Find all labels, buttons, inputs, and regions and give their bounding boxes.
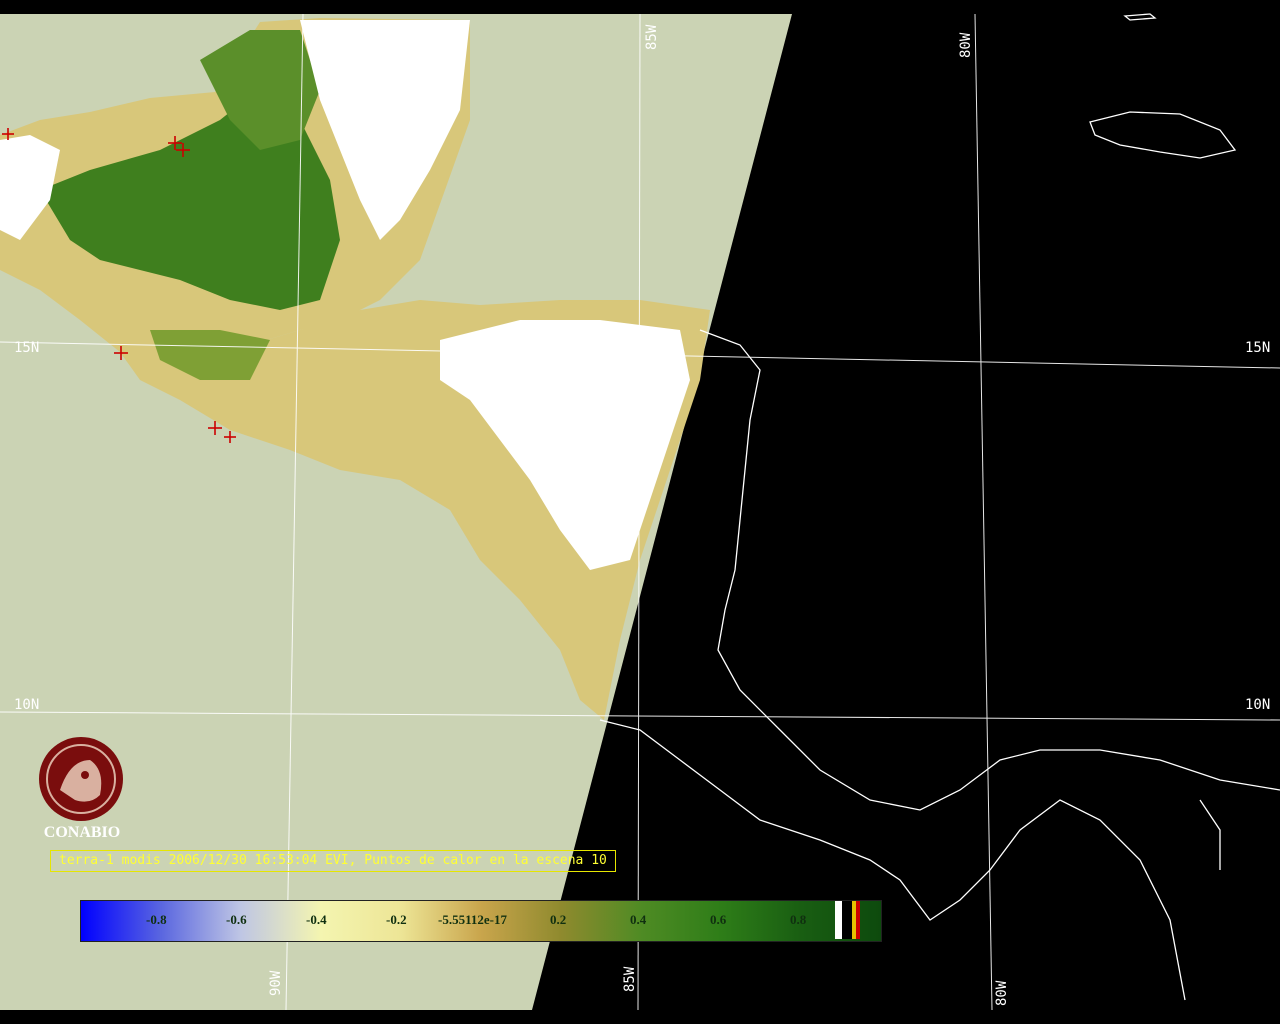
- colorbar-tick: 0.2: [550, 912, 567, 927]
- colorbar-tick: -0.2: [386, 912, 407, 927]
- label-lat-15n-left: 15N: [14, 340, 40, 356]
- coastline-panama-inner: [1199, 799, 1221, 870]
- conabio-logo-emblem: [39, 737, 123, 821]
- label-lon-80w-top: 80W: [958, 32, 974, 58]
- label-lon-85w-top: 85W: [644, 24, 660, 50]
- scene-caption: terra-1 modis 2006/12/30 16:53:04 EVI, P…: [50, 850, 616, 872]
- label-lon-80w-bottom: 80W: [994, 980, 1010, 1006]
- colorbar-tick: 0.8: [790, 912, 807, 927]
- island-jamaica: [1089, 111, 1237, 159]
- colorbar-swatch-white: [835, 901, 842, 939]
- coastline-pacific: [599, 719, 1186, 1001]
- label-lon-90w-bottom: 90W: [268, 970, 284, 996]
- conabio-logo: CONABIO: [36, 822, 128, 842]
- island-small: [1123, 13, 1157, 21]
- top-bar: [0, 0, 1280, 14]
- coastline-caribbean: [699, 329, 1280, 811]
- colorbar-tick: -0.4: [306, 912, 327, 927]
- label-lat-10n-right: 10N: [1245, 697, 1271, 713]
- colorbar-tick: -0.8: [146, 912, 167, 927]
- colorbar-tick: 0.4: [630, 912, 647, 927]
- colorbar-tick: -5.55112e-17: [438, 912, 507, 927]
- logo-text: CONABIO: [43, 824, 121, 841]
- label-lat-10n-left: 10N: [14, 697, 40, 713]
- label-lat-15n-right: 15N: [1245, 340, 1271, 356]
- colorbar-tick: -0.6: [226, 912, 247, 927]
- map-viewer: 85W 80W 15N 15N 10N 10N 90W 85W 80W CONA…: [0, 0, 1280, 1024]
- colorbar-tick: 0.6: [710, 912, 727, 927]
- label-lon-85w-bottom: 85W: [622, 966, 638, 992]
- colorbar-swatch-black: [842, 901, 852, 939]
- bottom-bar: [0, 1010, 1280, 1024]
- colorbar-swatch-red: [856, 901, 860, 939]
